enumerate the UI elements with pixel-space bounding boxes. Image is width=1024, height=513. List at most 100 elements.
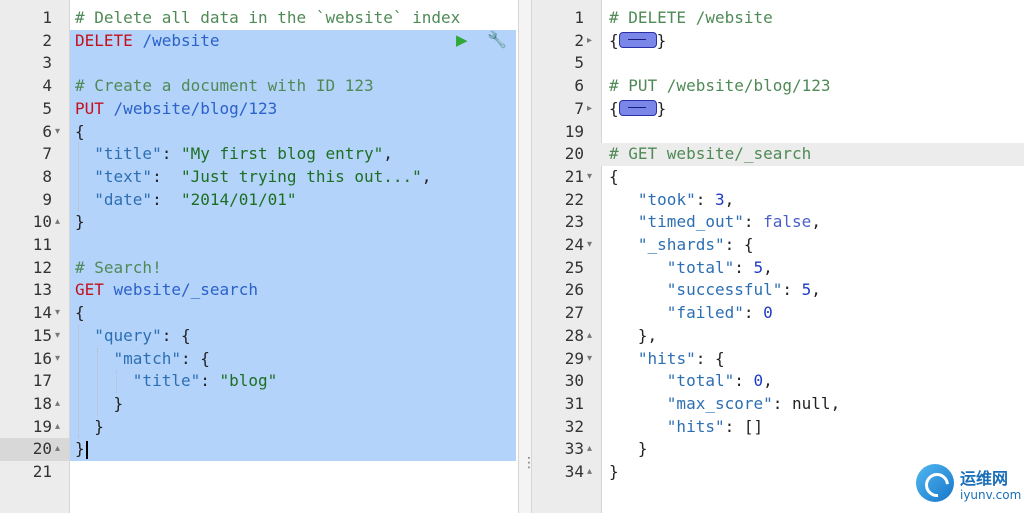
collapsed-fold-widget[interactable] — [618, 32, 657, 49]
fold-arrow-icon[interactable]: ▾ — [55, 121, 67, 144]
request-code-line[interactable]: 2 DELETE /website — [0, 30, 518, 53]
response-code-line[interactable]: 28 ▴ }, — [532, 325, 1024, 348]
fold-close-arrow-icon[interactable]: ▴ — [587, 461, 599, 484]
request-code-line[interactable]: 21 — [0, 461, 518, 484]
request-code-line[interactable]: 13 GET website/_search — [0, 279, 518, 302]
code-text: } — [75, 393, 124, 416]
code-text: "match": { — [75, 348, 210, 371]
response-code-line[interactable]: 32 "hits": [] — [532, 416, 1024, 439]
fold-arrow-icon[interactable]: ▾ — [587, 234, 599, 257]
code-token: : — [743, 212, 764, 232]
code-token: /website — [142, 30, 220, 50]
collapsed-fold-widget[interactable] — [618, 100, 657, 117]
fold-close-arrow-icon[interactable]: ▴ — [587, 325, 599, 348]
code-token: , — [811, 212, 821, 232]
code-text: } — [75, 438, 88, 461]
code-token: 0 — [763, 303, 773, 323]
response-code-line[interactable]: 6 # PUT /website/blog/123 — [532, 75, 1024, 98]
response-code-line[interactable]: 26 "successful": 5, — [532, 279, 1024, 302]
response-code-line[interactable]: 5 — [532, 52, 1024, 75]
line-number: 29 — [564, 348, 584, 368]
code-token: } — [609, 462, 619, 481]
code-text: "_shards": { — [609, 234, 754, 257]
code-token: { — [609, 98, 619, 118]
request-code-line[interactable]: 11 — [0, 234, 518, 257]
fold-arrow-icon[interactable]: ▾ — [587, 348, 599, 371]
code-token: : [] — [724, 416, 764, 436]
response-code-line[interactable]: 7 ▸ {} — [532, 98, 1024, 121]
response-code-line[interactable]: 33 ▴ } — [532, 438, 1024, 461]
response-code-line[interactable]: 2 ▸ {} — [532, 30, 1024, 53]
line-number: 2 — [574, 30, 584, 50]
response-code-line[interactable]: 25 "total": 5, — [532, 257, 1024, 280]
fold-arrow-icon[interactable]: ▾ — [55, 325, 67, 348]
code-token: "query" — [94, 325, 162, 345]
wrench-icon[interactable]: 🔧 — [487, 30, 507, 49]
code-token: , — [811, 280, 821, 300]
response-code-line[interactable]: 21 ▾ { — [532, 166, 1024, 189]
fold-expand-arrow-icon[interactable]: ▸ — [587, 30, 599, 53]
code-token: { — [75, 303, 85, 323]
request-code-line[interactable]: 4 # Create a document with ID 123 — [0, 75, 518, 98]
line-number: 31 — [564, 393, 584, 413]
code-text: "total": 5, — [609, 257, 773, 280]
response-code-line[interactable]: 29 ▾ "hits": { — [532, 348, 1024, 371]
line-number: 17 — [32, 371, 52, 391]
code-text: # PUT /website/blog/123 — [609, 75, 831, 98]
line-number: 3 — [42, 53, 52, 73]
code-text: { — [609, 166, 619, 189]
response-code-line[interactable]: 23 "timed_out": false, — [532, 211, 1024, 234]
code-token: : — [200, 371, 220, 391]
response-viewer[interactable]: 1 # DELETE /website 2 ▸{} 5 6 # PUT /website/b… — [532, 0, 1024, 513]
code-token: "date" — [94, 189, 153, 209]
code-token: , — [421, 166, 432, 186]
request-code-line[interactable]: 14 ▾ { — [0, 302, 518, 325]
code-token: : — [152, 166, 181, 186]
line-number: 4 — [42, 76, 52, 96]
line-number: 28 — [564, 325, 584, 345]
code-token: "successful" — [666, 280, 783, 300]
line-number: 18 — [32, 393, 52, 413]
request-code-line[interactable]: 5 PUT /website/blog/123 — [0, 98, 518, 121]
response-code-line[interactable]: 24 ▾ "_shards": { — [532, 234, 1024, 257]
code-token: } — [75, 439, 85, 459]
fold-arrow-icon[interactable]: ▾ — [55, 302, 67, 325]
fold-arrow-icon[interactable]: ▾ — [55, 348, 67, 371]
fold-expand-arrow-icon[interactable]: ▸ — [587, 98, 599, 121]
request-code-line[interactable]: 1 # Delete all data in the `website` inde… — [0, 7, 518, 30]
response-code-line[interactable]: 19 — [532, 121, 1024, 144]
fold-arrow-icon[interactable]: ▾ — [587, 166, 599, 189]
fold-close-arrow-icon[interactable]: ▴ — [587, 438, 599, 461]
fold-close-arrow-icon[interactable]: ▴ — [55, 416, 67, 439]
request-code-line[interactable]: 10 ▴} — [0, 211, 518, 234]
response-code-line[interactable]: 22 "took": 3, — [532, 189, 1024, 212]
response-code-line[interactable]: 30 "total": 0, — [532, 370, 1024, 393]
response-code-line[interactable]: 27 "failed": 0 — [532, 302, 1024, 325]
request-code-line[interactable]: 3 — [0, 52, 518, 75]
code-token: "Just trying this out..." — [180, 166, 422, 186]
code-text: "max_score": null, — [609, 393, 840, 416]
request-code-line[interactable]: 20 ▴} — [0, 438, 518, 461]
line-number: 12 — [32, 257, 52, 277]
play-icon[interactable]: ▶ — [456, 31, 468, 49]
request-editor[interactable]: 1 # Delete all data in the `website` inde… — [0, 0, 518, 513]
code-text: } — [609, 438, 648, 461]
fold-close-arrow-icon[interactable]: ▴ — [55, 438, 67, 461]
response-code-line[interactable]: 1 # DELETE /website — [532, 7, 1024, 30]
code-token: } — [75, 416, 104, 436]
request-code-line[interactable]: 12 # Search! — [0, 257, 518, 280]
request-code-line[interactable]: 6 ▾ { — [0, 121, 518, 144]
fold-close-arrow-icon[interactable]: ▴ — [55, 211, 67, 234]
code-token: "text" — [94, 166, 153, 186]
indent-guide — [116, 370, 117, 393]
indent-guide — [78, 143, 79, 212]
code-token: # Search! — [75, 257, 162, 277]
response-code-line[interactable]: 20 # GET website/_search — [532, 143, 1024, 166]
response-code-line[interactable]: 31 "max_score": null, — [532, 393, 1024, 416]
fold-close-arrow-icon[interactable]: ▴ — [55, 393, 67, 416]
pane-splitter[interactable]: ⋮ — [518, 0, 536, 513]
